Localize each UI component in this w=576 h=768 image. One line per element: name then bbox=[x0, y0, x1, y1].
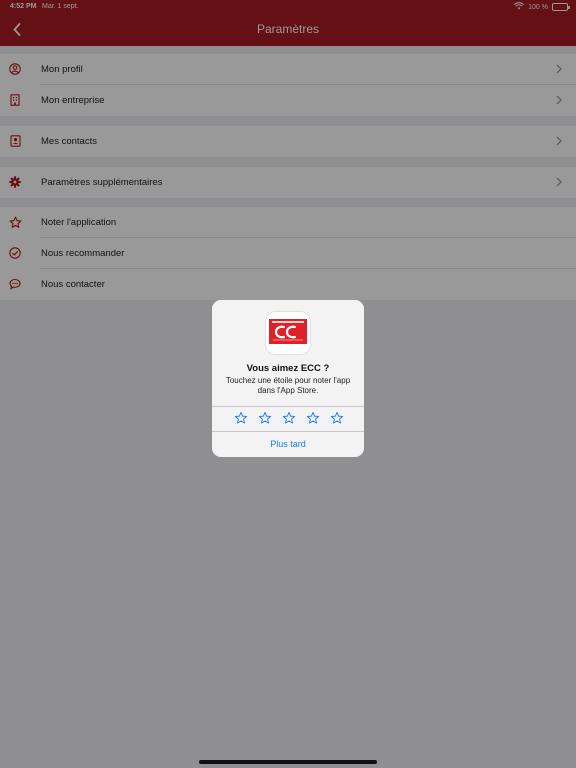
rating-dialog: Vous aimez ECC ? Touchez une étoile pour… bbox=[212, 300, 364, 457]
dialog-title: Vous aimez ECC ? bbox=[246, 363, 330, 374]
ecc-app-logo bbox=[266, 312, 310, 354]
rating-star-1-icon[interactable] bbox=[234, 411, 248, 425]
star-rating-control bbox=[234, 411, 344, 427]
rating-star-2-icon[interactable] bbox=[258, 411, 272, 425]
dialog-divider bbox=[212, 406, 364, 407]
rating-star-4-icon[interactable] bbox=[306, 411, 320, 425]
dialog-message: Touchez une étoile pour noter l'app dans… bbox=[225, 376, 351, 395]
home-indicator[interactable] bbox=[199, 760, 377, 764]
later-button[interactable]: Plus tard bbox=[212, 439, 364, 449]
dialog-divider bbox=[212, 431, 364, 432]
rating-star-5-icon[interactable] bbox=[330, 411, 344, 425]
rating-star-3-icon[interactable] bbox=[282, 411, 296, 425]
